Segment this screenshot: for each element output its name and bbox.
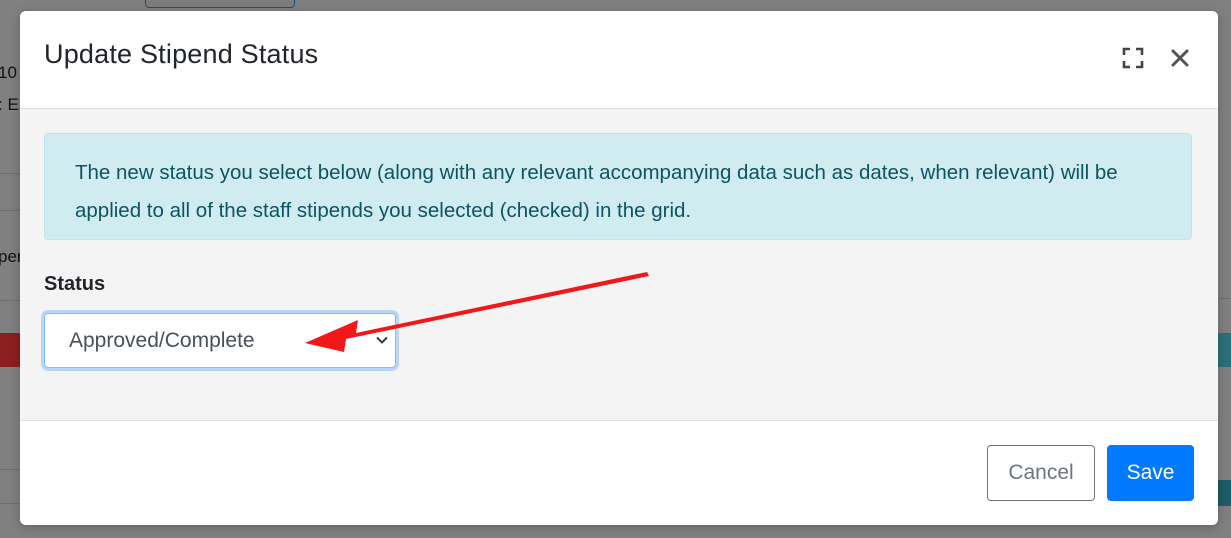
background-badge: [1218, 480, 1231, 506]
background-button: [145, 0, 295, 8]
close-icon[interactable]: [1167, 45, 1193, 71]
expand-icon-graphic: [1122, 47, 1144, 69]
cancel-button[interactable]: Cancel: [987, 445, 1095, 501]
status-select-value: Approved/Complete: [69, 329, 255, 352]
status-select[interactable]: Approved/Complete: [44, 313, 396, 368]
background-divider: [0, 300, 22, 301]
background-badge: [1218, 333, 1231, 367]
background-divider: [0, 173, 22, 174]
dialog-footer: Cancel Save: [20, 420, 1218, 525]
background-badge: [0, 333, 22, 367]
background-divider: [0, 469, 22, 470]
dialog-title: Update Stipend Status: [44, 39, 319, 69]
dialog-body: The new status you select below (along w…: [20, 109, 1218, 421]
background-divider: [0, 503, 22, 504]
update-stipend-status-dialog: Update Stipend Status The new status you…: [20, 11, 1218, 525]
close-icon-graphic: [1171, 49, 1189, 67]
background-text-1: 10: [0, 63, 17, 82]
background-divider: [1218, 298, 1231, 299]
background-text-2: : E: [0, 95, 19, 114]
dialog-header: Update Stipend Status: [20, 11, 1218, 109]
status-label: Status: [44, 273, 106, 295]
background-divider: [0, 210, 22, 211]
chevron-down-icon: [376, 336, 388, 344]
expand-icon[interactable]: [1120, 45, 1146, 71]
save-button[interactable]: Save: [1107, 445, 1194, 501]
info-alert: The new status you select below (along w…: [44, 133, 1192, 240]
